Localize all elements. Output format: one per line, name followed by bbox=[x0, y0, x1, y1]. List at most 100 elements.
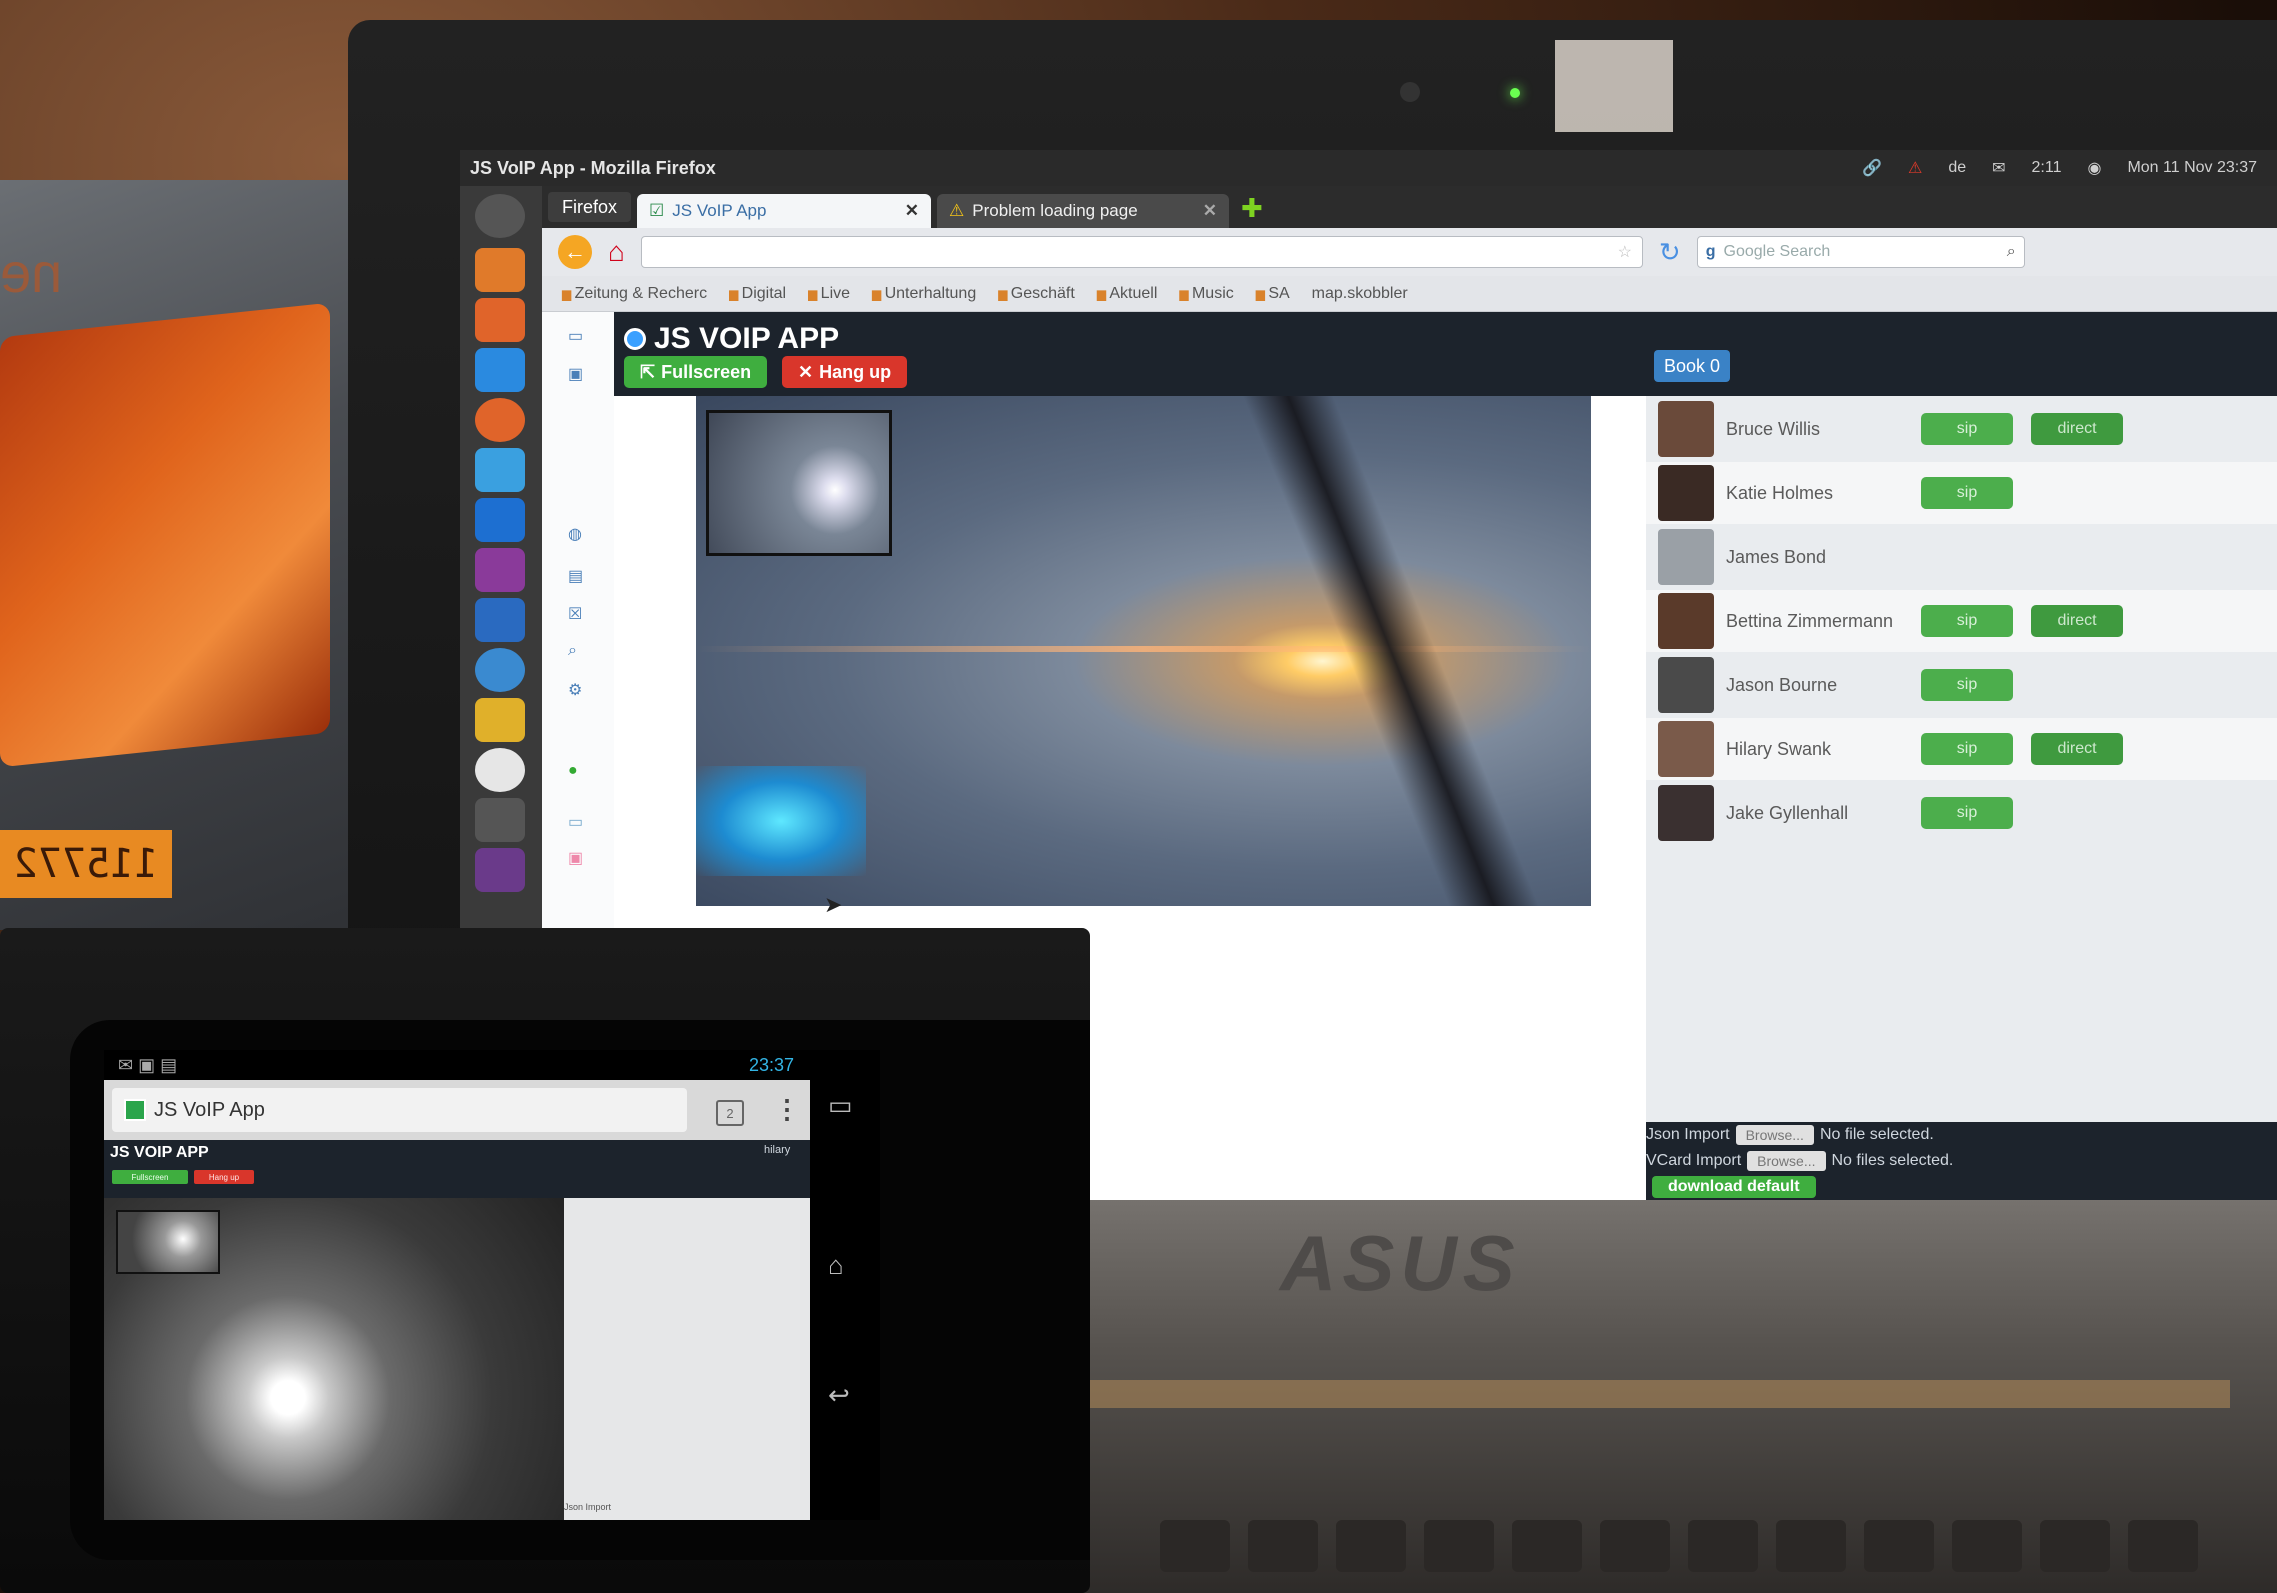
back-icon[interactable]: ↩ bbox=[828, 1380, 850, 1411]
key bbox=[1600, 1520, 1670, 1572]
sip-call-button[interactable]: sip bbox=[1921, 797, 2013, 829]
wifi-icon[interactable]: ◉ bbox=[2087, 158, 2101, 178]
key bbox=[1424, 1520, 1494, 1572]
app-k-icon[interactable] bbox=[475, 448, 525, 492]
direct-call-button[interactable]: direct bbox=[2031, 413, 2123, 445]
files-icon[interactable] bbox=[475, 248, 525, 292]
phone-url-field[interactable]: JS VoIP App bbox=[112, 1088, 687, 1132]
bookmark-folder[interactable]: Geschäft bbox=[998, 285, 1075, 303]
key bbox=[2128, 1520, 2198, 1572]
bookmark-folder[interactable]: Zeitung & Recherc bbox=[562, 285, 708, 303]
app-purple-icon[interactable] bbox=[475, 548, 525, 592]
search-placeholder: Google Search bbox=[1723, 243, 1831, 260]
globe-icon[interactable]: ◍ bbox=[568, 524, 588, 543]
direct-call-button[interactable]: direct bbox=[2031, 733, 2123, 765]
battery-time[interactable]: 2:11 bbox=[2032, 159, 2062, 177]
box-brand-text: ne bbox=[0, 241, 63, 304]
bookmark-folder[interactable]: Aktuell bbox=[1097, 285, 1157, 303]
key bbox=[1776, 1520, 1846, 1572]
back-button[interactable]: ← bbox=[558, 235, 592, 269]
window-icon[interactable]: ▭ bbox=[568, 812, 588, 831]
close-tab-icon[interactable]: ✕ bbox=[1203, 201, 1217, 221]
vcard-file-status: No files selected. bbox=[1831, 1152, 1954, 1169]
thunderbird-icon[interactable] bbox=[475, 348, 525, 392]
hangup-label: Hang up bbox=[819, 361, 892, 382]
bookmark-folder[interactable]: Live bbox=[808, 285, 850, 303]
contact-row[interactable]: James Bond bbox=[1646, 526, 2277, 588]
link-icon[interactable]: 🔗 bbox=[1862, 158, 1882, 178]
keyboard-layout[interactable]: de bbox=[1948, 159, 1966, 177]
contact-row[interactable]: Bettina Zimmermann sip direct bbox=[1646, 590, 2277, 652]
recent-apps-icon[interactable]: ▭ bbox=[828, 1090, 853, 1121]
window-icon[interactable]: ▤ bbox=[568, 566, 588, 585]
phone-app-title: JS VOIP APP bbox=[110, 1144, 209, 1161]
phone-tabs-button[interactable]: 2 bbox=[716, 1100, 744, 1126]
direct-call-button[interactable]: direct bbox=[2031, 605, 2123, 637]
status-dot-icon: ● bbox=[568, 762, 578, 779]
folder-icon[interactable]: ▭ bbox=[568, 326, 588, 345]
close-tab-icon[interactable]: ✕ bbox=[905, 201, 919, 221]
url-bar[interactable]: ☆ bbox=[640, 236, 1643, 268]
contact-row[interactable]: Katie Holmes sip bbox=[1646, 462, 2277, 524]
json-browse-button[interactable]: Browse... bbox=[1735, 1125, 1814, 1145]
terminal-icon[interactable] bbox=[475, 798, 525, 842]
panel-icon[interactable]: ▣ bbox=[568, 364, 588, 383]
sip-call-button[interactable]: sip bbox=[1921, 413, 2013, 445]
sip-call-button[interactable]: sip bbox=[1921, 477, 2013, 509]
contact-row[interactable]: Hilary Swank sip direct bbox=[1646, 718, 2277, 780]
dash-home-icon[interactable] bbox=[475, 194, 525, 238]
bookmark-folder[interactable]: Unterhaltung bbox=[872, 285, 977, 303]
laptop-hinge-strip bbox=[1090, 1380, 2230, 1408]
firefox-menu-button[interactable]: Firefox bbox=[548, 192, 632, 222]
search-input[interactable]: g Google Search ⌕ bbox=[1696, 236, 2025, 268]
overflow-menu-icon[interactable]: ⋮ bbox=[774, 1094, 800, 1125]
clock[interactable]: Mon 11 Nov 23:37 bbox=[2127, 159, 2257, 177]
contact-name: James Bond bbox=[1726, 546, 1827, 567]
warning-icon[interactable]: ⚠ bbox=[1908, 158, 1922, 178]
bookmark-star-icon[interactable]: ☆ bbox=[1618, 242, 1632, 262]
mail-icon[interactable]: ✉ bbox=[1992, 158, 2005, 178]
phone-hangup-button[interactable]: Hang up bbox=[194, 1170, 254, 1184]
contact-row[interactable]: Bruce Willis sip direct bbox=[1646, 398, 2277, 460]
windows-icon[interactable] bbox=[475, 498, 525, 542]
keyboard bbox=[1160, 1520, 2277, 1593]
phone-fullscreen-button[interactable]: Fullscreen bbox=[112, 1170, 188, 1184]
bookmark-link[interactable]: map.skobbler bbox=[1312, 285, 1408, 303]
bookmark-folder[interactable]: Digital bbox=[729, 285, 786, 303]
sip-call-button[interactable]: sip bbox=[1921, 605, 2013, 637]
bookmark-folder[interactable]: Music bbox=[1179, 285, 1234, 303]
home-folder-icon[interactable] bbox=[475, 298, 525, 342]
sip-call-button[interactable]: sip bbox=[1921, 669, 2013, 701]
media-icon[interactable]: ▣ bbox=[568, 848, 588, 867]
home-icon[interactable]: ⌂ bbox=[608, 236, 625, 268]
bookmark-folder[interactable]: SA bbox=[1256, 285, 1289, 303]
workspaces-icon[interactable] bbox=[475, 848, 525, 892]
json-import-row: Json Import Browse... No file selected. bbox=[1646, 1122, 1934, 1148]
home-icon[interactable]: ⌂ bbox=[828, 1250, 844, 1281]
firefox-icon[interactable] bbox=[475, 398, 525, 442]
close-window-icon[interactable]: ☒ bbox=[568, 604, 588, 623]
code-editor-icon[interactable] bbox=[475, 598, 525, 642]
download-default-button[interactable]: download default bbox=[1652, 1176, 1816, 1198]
sip-call-button[interactable]: sip bbox=[1921, 733, 2013, 765]
vcard-import-label: VCard Import bbox=[1646, 1152, 1742, 1169]
notes-icon[interactable] bbox=[475, 698, 525, 742]
book-button[interactable]: Book 0 bbox=[1654, 350, 1731, 382]
vcard-browse-button[interactable]: Browse... bbox=[1747, 1151, 1826, 1171]
window-title: JS VoIP App - Mozilla Firefox bbox=[470, 157, 716, 178]
search-icon[interactable]: ⌕ bbox=[568, 642, 588, 660]
hangup-button[interactable]: ✕ Hang up bbox=[782, 356, 908, 388]
contact-row[interactable]: Jason Bourne sip bbox=[1646, 654, 2277, 716]
video-light-streak bbox=[696, 646, 1591, 652]
tab-js-voip[interactable]: ☑ JS VoIP App ✕ bbox=[637, 194, 932, 228]
tab-problem-loading[interactable]: ⚠ Problem loading page ✕ bbox=[937, 194, 1230, 228]
disk-icon[interactable] bbox=[475, 648, 525, 692]
contact-row[interactable]: Jake Gyllenhall sip bbox=[1646, 782, 2277, 844]
settings-icon[interactable]: ⚙ bbox=[568, 680, 588, 699]
fullscreen-button[interactable]: ⇱ Fullscreen bbox=[624, 356, 768, 388]
new-tab-icon[interactable]: ✚ bbox=[1241, 193, 1263, 224]
search-icon[interactable]: ⌕ bbox=[2007, 243, 2016, 261]
mouse-cursor-icon: ➤ bbox=[824, 892, 843, 917]
reload-icon[interactable]: ↻ bbox=[1659, 237, 1681, 268]
clock-app-icon[interactable] bbox=[475, 748, 525, 792]
